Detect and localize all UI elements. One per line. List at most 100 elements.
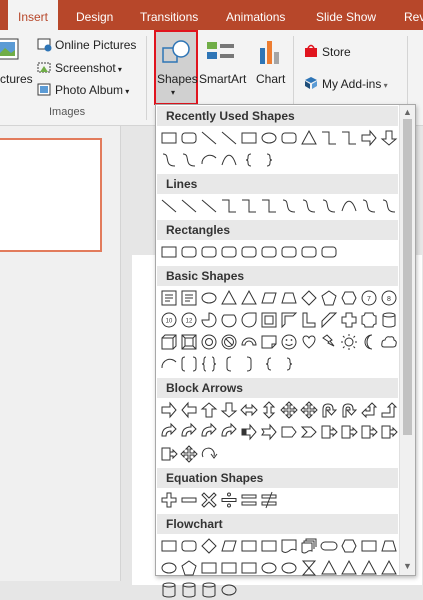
tab-animations[interactable]: Animations: [216, 0, 295, 30]
shape-circular-arrow[interactable]: [199, 444, 219, 464]
shape-rounded-rectangle[interactable]: [179, 242, 199, 262]
shape-l-shape[interactable]: [299, 310, 319, 330]
shape-left-up-arrow[interactable]: [359, 400, 379, 420]
shape-hexagon[interactable]: [339, 288, 359, 308]
shape-rectangle[interactable]: [239, 558, 259, 578]
shape-diamond[interactable]: [299, 288, 319, 308]
shape-line[interactable]: [199, 128, 219, 148]
shape-oval[interactable]: [159, 558, 179, 578]
shape-striped-right-arrow[interactable]: [239, 422, 259, 442]
shape-rectangle[interactable]: [159, 242, 179, 262]
shape-equal[interactable]: [239, 490, 259, 510]
tab-design[interactable]: Design: [66, 0, 123, 30]
shape-rectangle[interactable]: [199, 558, 219, 578]
shape-division[interactable]: [219, 490, 239, 510]
shape-arc[interactable]: [199, 150, 219, 170]
shape-oval[interactable]: [219, 580, 239, 600]
shape-cube[interactable]: [159, 332, 179, 352]
shape-down-arrow[interactable]: [379, 128, 399, 148]
shape-pentagon-arrow[interactable]: [279, 422, 299, 442]
shape-quad-arrow[interactable]: [179, 444, 199, 464]
shape-rounded-rectangle[interactable]: [279, 242, 299, 262]
shape-not-equal[interactable]: [259, 490, 279, 510]
shape-rounded-rectangle[interactable]: [259, 242, 279, 262]
shape-right-bracket[interactable]: [239, 354, 259, 374]
shape-left-brace[interactable]: [239, 150, 259, 170]
shape-arrow-callout[interactable]: [159, 444, 179, 464]
shape-smiley-face[interactable]: [279, 332, 299, 352]
shape-arrow-callout[interactable]: [339, 422, 359, 442]
shape-line[interactable]: [219, 128, 239, 148]
my-addins-button[interactable]: My Add-ins ▾: [322, 77, 388, 91]
shape-chord[interactable]: [219, 310, 239, 330]
scrollbar-thumb[interactable]: [403, 119, 412, 435]
shape-no-symbol[interactable]: [219, 332, 239, 352]
shape-collate[interactable]: [299, 558, 319, 578]
shape-plus[interactable]: [159, 490, 179, 510]
shape-heart[interactable]: [299, 332, 319, 352]
scroll-down-icon[interactable]: ▼: [402, 561, 413, 572]
pictures-button[interactable]: ctures: [0, 72, 33, 86]
shape-rectangle[interactable]: [159, 536, 179, 556]
shape-block-arc[interactable]: [239, 332, 259, 352]
shape-oval[interactable]: [259, 128, 279, 148]
shape-rounded-rectangle[interactable]: [319, 242, 339, 262]
shape-up-down-arrow[interactable]: [259, 400, 279, 420]
shape-can[interactable]: [199, 580, 219, 600]
shape-up-arrow[interactable]: [199, 400, 219, 420]
tab-slide-show[interactable]: Slide Show: [306, 0, 386, 30]
shape-rectangle[interactable]: [239, 128, 259, 148]
photo-album-button[interactable]: Photo Album ▾: [55, 83, 129, 97]
shape-right-arrow[interactable]: [359, 128, 379, 148]
shape-can[interactable]: [159, 580, 179, 600]
shape-curved-connector[interactable]: [279, 196, 299, 216]
shape-elbow-connector[interactable]: [319, 128, 339, 148]
shape-arrow-callout[interactable]: [319, 422, 339, 442]
shape-curved-connector[interactable]: [159, 150, 179, 170]
shape-text-box[interactable]: [179, 288, 199, 308]
gallery-scrollbar[interactable]: ▲ ▼: [399, 105, 415, 575]
chart-button[interactable]: Chart: [256, 72, 285, 86]
shape-triangle[interactable]: [319, 558, 339, 578]
shape-rectangle[interactable]: [259, 536, 279, 556]
shape-text-box[interactable]: [159, 288, 179, 308]
shape-rectangle[interactable]: [359, 536, 379, 556]
shape-rectangle[interactable]: [219, 558, 239, 578]
shape-quad-arrow[interactable]: [279, 400, 299, 420]
shape-elbow-connector[interactable]: [259, 196, 279, 216]
shape-can[interactable]: [379, 310, 399, 330]
shape-chevron[interactable]: [299, 422, 319, 442]
shape-terminator[interactable]: [319, 536, 339, 556]
shape-trapezoid[interactable]: [279, 288, 299, 308]
shape-trapezoid[interactable]: [379, 536, 399, 556]
shape-arc[interactable]: [159, 354, 179, 374]
shape-right-arrow[interactable]: [159, 400, 179, 420]
shape-triangle[interactable]: [299, 128, 319, 148]
shape-decagon[interactable]: 10: [159, 310, 179, 330]
shape-parallelogram[interactable]: [219, 536, 239, 556]
shape-rounded-rectangle[interactable]: [279, 128, 299, 148]
shape-rounded-rectangle[interactable]: [199, 242, 219, 262]
shape-right-brace[interactable]: [259, 150, 279, 170]
shape-curved-connector[interactable]: [379, 196, 399, 216]
shape-left-arrow[interactable]: [179, 400, 199, 420]
shape-triangle[interactable]: [379, 558, 399, 578]
shape-heptagon[interactable]: 7: [359, 288, 379, 308]
shape-rectangle[interactable]: [239, 536, 259, 556]
shape-curved-connector[interactable]: [179, 150, 199, 170]
store-button[interactable]: Store: [322, 45, 351, 59]
shape-arrow-callout[interactable]: [379, 422, 399, 442]
shape-plaque[interactable]: [359, 310, 379, 330]
shape-can[interactable]: [179, 580, 199, 600]
shape-quad-arrow[interactable]: [299, 400, 319, 420]
shape-multiply[interactable]: [199, 490, 219, 510]
shape-curved-arrow[interactable]: [179, 422, 199, 442]
shape-curved-connector[interactable]: [299, 196, 319, 216]
shape-elbow-connector[interactable]: [219, 196, 239, 216]
shape-triangle[interactable]: [359, 558, 379, 578]
shape-minus[interactable]: [179, 490, 199, 510]
shape-rounded-rectangle[interactable]: [299, 242, 319, 262]
shape-document[interactable]: [279, 536, 299, 556]
shape-curved-connector[interactable]: [319, 196, 339, 216]
shape-folded-corner[interactable]: [259, 332, 279, 352]
